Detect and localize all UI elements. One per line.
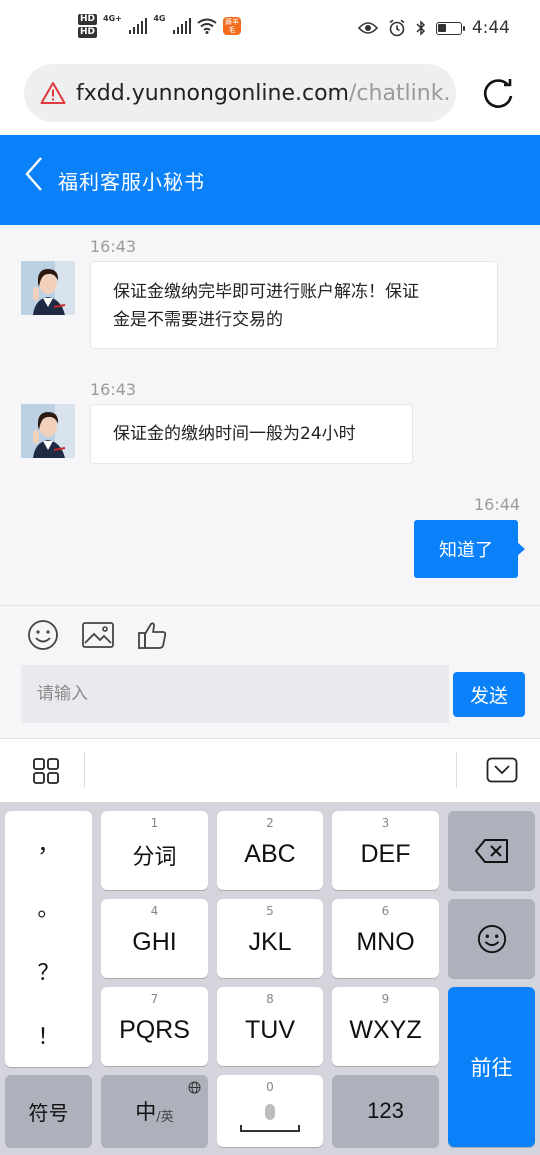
key-label: GHI bbox=[132, 928, 177, 956]
network-type-2: 4G bbox=[153, 14, 166, 23]
collapse-keyboard-icon[interactable] bbox=[486, 757, 518, 783]
hd-badge-2: HD bbox=[78, 27, 98, 38]
key-number: 4 bbox=[150, 904, 159, 918]
key-label: 分词 bbox=[132, 844, 177, 870]
message-time: 16:43 bbox=[90, 237, 137, 256]
warning-triangle-icon[interactable] bbox=[40, 81, 66, 105]
message-text: 保证金的缴纳时间一般为24小时 bbox=[113, 424, 356, 444]
key-label: WXYZ bbox=[349, 1016, 422, 1044]
key-number: 7 bbox=[150, 992, 159, 1006]
key-label: JKL bbox=[248, 928, 292, 956]
toolbar-divider bbox=[84, 752, 85, 788]
key-8[interactable]: 8 TUV bbox=[217, 987, 323, 1066]
emoji-icon[interactable] bbox=[27, 619, 59, 651]
my-message-bubble[interactable]: 知道了 bbox=[414, 520, 518, 578]
key-number: 8 bbox=[266, 992, 274, 1006]
punct-comma[interactable]: ， bbox=[37, 827, 59, 859]
message-text-line: 保证金缴纳完毕即可进行账户解冻！保证 bbox=[113, 282, 419, 302]
key-number: 1 bbox=[150, 816, 159, 830]
key-6[interactable]: 6 MNO bbox=[332, 899, 439, 978]
message-input[interactable] bbox=[21, 665, 449, 723]
key-label: ABC bbox=[244, 840, 296, 868]
key-number: 9 bbox=[381, 992, 390, 1006]
image-icon[interactable] bbox=[81, 619, 115, 651]
key-label: TUV bbox=[245, 1016, 295, 1044]
url-text[interactable]: fxdd.yunnongonline.com/chatlink. bbox=[76, 81, 450, 106]
avatar[interactable] bbox=[21, 404, 75, 458]
ime-toolbar bbox=[0, 738, 540, 803]
globe-icon bbox=[188, 1081, 201, 1094]
numbers-label: 123 bbox=[367, 1098, 404, 1123]
message-time: 16:44 bbox=[474, 495, 521, 514]
app-notification-icon: 薅羊毛 bbox=[223, 17, 241, 35]
toolbar-divider bbox=[456, 752, 457, 788]
ime-menu-grid-icon[interactable] bbox=[32, 757, 60, 785]
language-key[interactable]: 中 /英 bbox=[101, 1075, 208, 1147]
backspace-icon bbox=[474, 838, 508, 863]
key-9[interactable]: 9 WXYZ bbox=[332, 987, 439, 1066]
address-bar[interactable]: fxdd.yunnongonline.com/chatlink. bbox=[24, 64, 456, 122]
reload-icon[interactable] bbox=[480, 76, 516, 112]
message-bubble[interactable]: 保证金的缴纳时间一般为24小时 bbox=[90, 404, 413, 464]
send-button[interactable]: 发送 bbox=[453, 672, 525, 717]
punct-question[interactable]: ？ bbox=[37, 955, 59, 987]
message-bubble[interactable]: 保证金缴纳完毕即可进行账户解冻！保证 金是不需要进行交易的 bbox=[90, 261, 498, 349]
key-4[interactable]: 4 GHI bbox=[101, 899, 208, 978]
key-3[interactable]: 3 DEF bbox=[332, 811, 439, 890]
emoji-icon bbox=[477, 924, 506, 953]
backspace-key[interactable] bbox=[448, 811, 535, 890]
agent-avatar-icon bbox=[21, 404, 75, 458]
agent-avatar-icon bbox=[21, 261, 75, 315]
message-time: 16:43 bbox=[90, 380, 137, 399]
numbers-key[interactable]: 123 bbox=[332, 1075, 439, 1147]
key-number: 0 bbox=[266, 1080, 274, 1094]
message-text-line: 金是不需要进行交易的 bbox=[113, 310, 283, 330]
bubble-tail bbox=[517, 542, 525, 556]
space-key[interactable]: 0 bbox=[217, 1075, 323, 1147]
url-host: fxdd.yunnongonline.com bbox=[76, 80, 349, 106]
key-2[interactable]: 2 ABC bbox=[217, 811, 323, 890]
key-number: 6 bbox=[381, 904, 390, 918]
symbols-label: 符号 bbox=[28, 1100, 69, 1125]
status-left: HD HD 4G+ 4G 薅羊毛 bbox=[78, 14, 241, 38]
bluetooth-icon bbox=[416, 20, 425, 36]
punctuation-key-column[interactable]: ， 。 ？ ！ bbox=[5, 811, 92, 1067]
punct-exclaim[interactable]: ！ bbox=[37, 1019, 59, 1051]
thumbs-up-icon[interactable] bbox=[136, 619, 168, 651]
key-label: MNO bbox=[356, 928, 415, 956]
signal-icon bbox=[128, 18, 148, 34]
key-number: 3 bbox=[381, 816, 390, 830]
avatar[interactable] bbox=[21, 261, 75, 315]
clock-time: 4:44 bbox=[471, 18, 510, 38]
punct-period[interactable]: 。 bbox=[37, 891, 59, 923]
language-alt: /英 bbox=[156, 1109, 174, 1125]
key-7[interactable]: 7 PQRS bbox=[101, 987, 208, 1066]
signal-icon-2 bbox=[172, 18, 191, 34]
language-label: 中 bbox=[135, 1100, 157, 1124]
eye-icon bbox=[357, 22, 378, 34]
wifi-icon bbox=[197, 18, 217, 34]
hd-badge-1: HD bbox=[78, 14, 98, 25]
status-right: 4:44 bbox=[357, 18, 510, 38]
go-key[interactable]: 前往 bbox=[448, 987, 535, 1147]
symbols-key[interactable]: 符号 bbox=[5, 1075, 92, 1147]
url-path: /chatlink. bbox=[349, 80, 451, 106]
key-1[interactable]: 1 分词 bbox=[101, 811, 208, 890]
key-5[interactable]: 5 JKL bbox=[217, 899, 323, 978]
chat-title: 福利客服小秘书 bbox=[58, 170, 205, 194]
key-label: PQRS bbox=[119, 1016, 190, 1044]
alarm-icon bbox=[389, 19, 405, 37]
go-label: 前往 bbox=[470, 1056, 513, 1080]
key-number: 2 bbox=[266, 816, 274, 830]
emoji-key[interactable] bbox=[448, 899, 535, 978]
microphone-icon bbox=[240, 1104, 300, 1132]
network-type-1: 4G+ bbox=[103, 14, 122, 23]
battery-icon bbox=[435, 21, 465, 35]
key-label: DEF bbox=[360, 840, 411, 868]
key-number: 5 bbox=[266, 904, 274, 918]
chevron-left-icon[interactable] bbox=[24, 156, 44, 192]
message-text: 知道了 bbox=[439, 540, 493, 561]
